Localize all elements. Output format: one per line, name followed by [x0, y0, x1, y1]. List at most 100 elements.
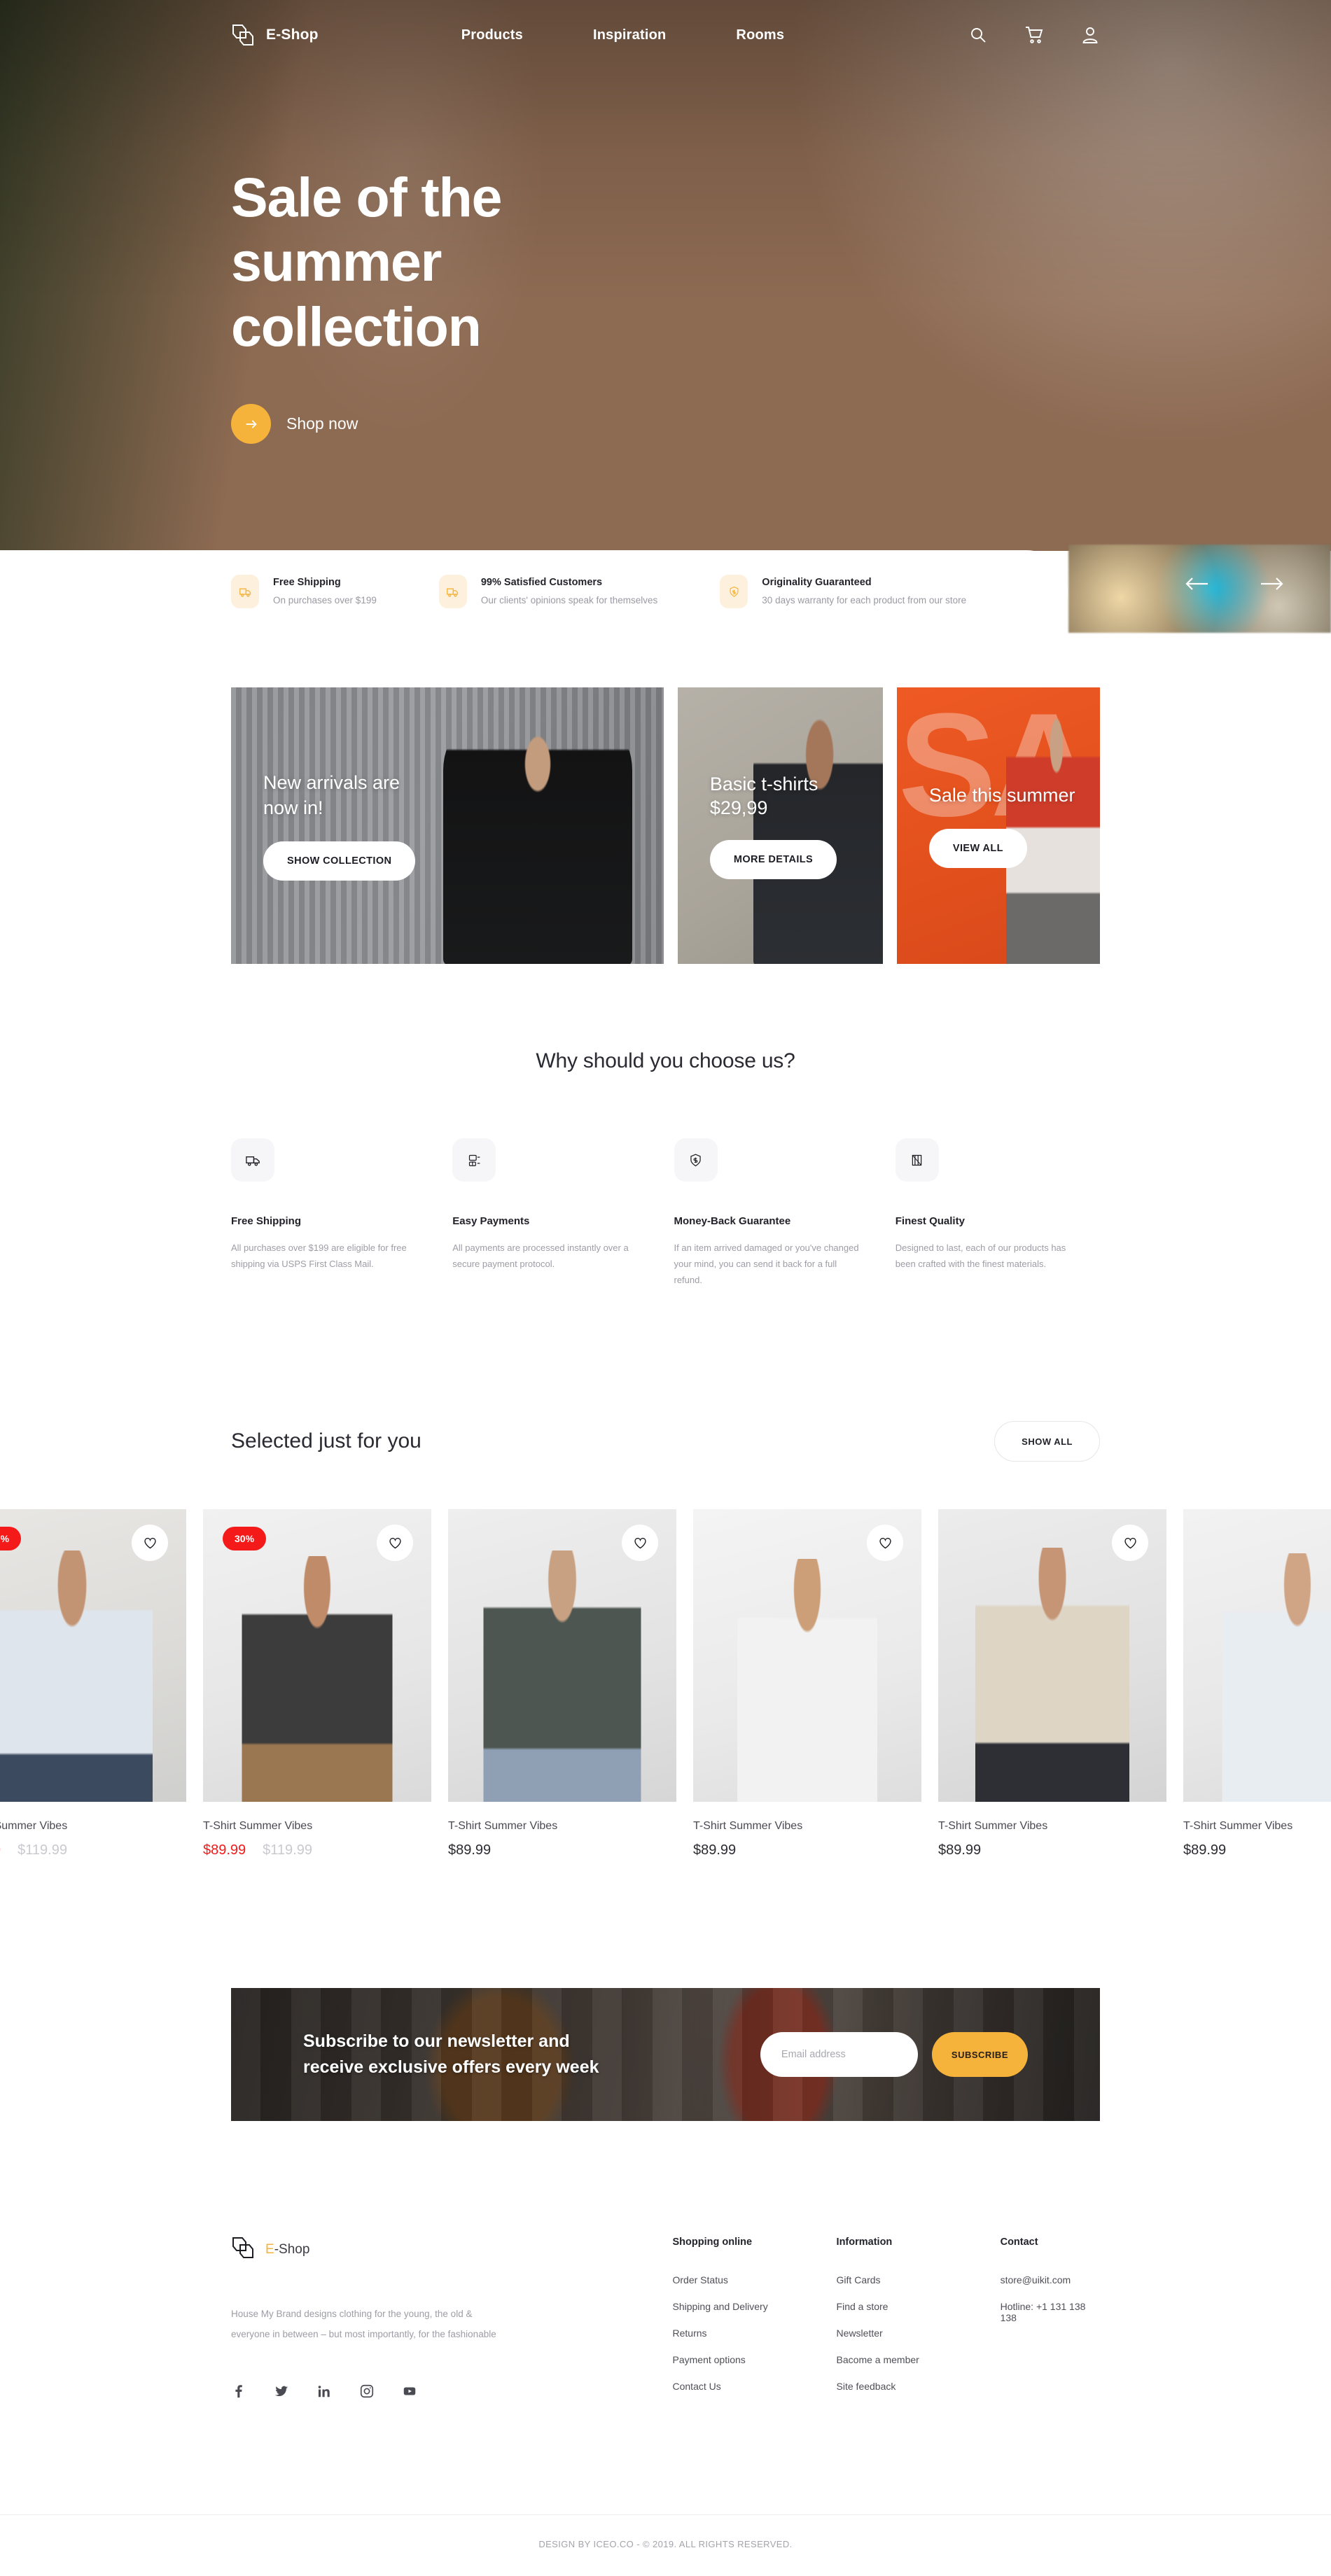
- twitter-icon[interactable]: [274, 2384, 289, 2399]
- show-collection-button[interactable]: SHOW COLLECTION: [263, 841, 416, 881]
- carousel-next-arrow-icon[interactable]: [1258, 575, 1286, 592]
- footer-link[interactable]: Newsletter: [837, 2328, 1001, 2339]
- product-image: [448, 1509, 676, 1802]
- carousel-prev-arrow-icon[interactable]: [1183, 575, 1211, 592]
- footer-link[interactable]: Site feedback: [837, 2381, 1001, 2392]
- category-price: $29,99: [709, 797, 768, 818]
- truck-icon: [231, 575, 259, 608]
- email-field[interactable]: [760, 2032, 918, 2078]
- category-card-new-arrivals[interactable]: New arrivals are now in! SHOW COLLECTION: [231, 687, 664, 964]
- strip-feature-subtitle: Our clients' opinions speak for themselv…: [480, 595, 658, 606]
- product-card[interactable]: T-Shirt Summer Vibes $89.99: [1183, 1509, 1331, 1858]
- product-image: 30%: [203, 1509, 431, 1802]
- product-card[interactable]: 30% T-Shirt Summer Vibes $89.99 $119.99: [203, 1509, 431, 1858]
- nav-item-inspiration[interactable]: Inspiration: [593, 27, 666, 43]
- category-cards-section: New arrivals are now in! SHOW COLLECTION…: [0, 633, 1331, 964]
- footer-column-shopping-online: Shopping online Order Status Shipping an…: [673, 2236, 837, 2399]
- brand-name: E-Shop: [266, 27, 319, 43]
- footer-link[interactable]: Payment options: [673, 2354, 837, 2365]
- product-prices: $89.99: [1183, 1842, 1331, 1858]
- hero-title-line1: Sale of the: [231, 166, 502, 228]
- product-name: T-Shirt Summer Vibes: [0, 1820, 68, 1833]
- newsletter-line1: Subscribe to our newsletter and: [303, 2031, 570, 2051]
- why-item-finest-quality: Finest Quality Designed to last, each of…: [895, 1138, 1100, 1288]
- footer-link[interactable]: Order Status: [673, 2274, 837, 2286]
- category-title: Basic t-shirts: [709, 774, 818, 795]
- category-card-sale-summer[interactable]: Sale this summer VIEW ALL: [896, 687, 1100, 964]
- contact-hotline[interactable]: Hotline: +1 131 138 138: [1001, 2301, 1100, 2323]
- shop-now-button[interactable]: Shop now: [231, 404, 358, 444]
- footer-link[interactable]: Gift Cards: [837, 2274, 1001, 2286]
- contact-email[interactable]: store@uikit.com: [1001, 2274, 1100, 2286]
- shield-dollar-icon: [720, 575, 748, 608]
- footer-link[interactable]: Returns: [673, 2328, 837, 2339]
- footer-brand: E-Shop House My Brand designs clothing f…: [231, 2236, 673, 2399]
- product-image: [1183, 1509, 1331, 1802]
- product-carousel[interactable]: 30% T-Shirt Summer Vibes $89.99 $119.99 …: [0, 1509, 1331, 1858]
- heart-icon[interactable]: [622, 1525, 658, 1562]
- features-strip-section: Free Shipping On purchases over $199 99%…: [0, 545, 1331, 633]
- main-navigation: Products Inspiration Rooms: [461, 27, 785, 43]
- features-strip: Free Shipping On purchases over $199 99%…: [0, 550, 1068, 633]
- discount-badge: 30%: [0, 1527, 22, 1551]
- product-card[interactable]: T-Shirt Summer Vibes $89.99: [693, 1509, 921, 1858]
- footer-link[interactable]: Find a store: [837, 2301, 1001, 2312]
- page-title: Sale of the summer collection: [231, 165, 560, 359]
- product-prices: $89.99: [938, 1842, 1166, 1858]
- why-item-title: Easy Payments: [452, 1215, 530, 1227]
- product-price: $89.99: [203, 1842, 246, 1858]
- payment-icon: [452, 1138, 496, 1182]
- footer-brand-rest: -Shop: [274, 2241, 310, 2257]
- view-all-button[interactable]: VIEW ALL: [928, 829, 1027, 869]
- arrow-right-icon: [231, 404, 271, 444]
- nav-item-rooms[interactable]: Rooms: [736, 27, 784, 43]
- hero-section: E-Shop Products Inspiration Rooms Sale o…: [0, 0, 1331, 551]
- hero-content: Sale of the summer collection Shop now: [0, 70, 630, 444]
- why-item-easy-payments: Easy Payments All payments are processed…: [452, 1138, 657, 1288]
- hero-title-line2: summer: [231, 230, 442, 293]
- brand-logo[interactable]: E-Shop: [231, 24, 319, 46]
- product-card[interactable]: T-Shirt Summer Vibes $89.99: [938, 1509, 1166, 1858]
- show-all-button[interactable]: SHOW ALL: [994, 1421, 1100, 1462]
- newsletter-form: SUBSCRIBE: [760, 2032, 1028, 2078]
- footer-description: House My Brand designs clothing for the …: [231, 2309, 496, 2339]
- product-name: T-Shirt Summer Vibes: [1183, 1820, 1293, 1833]
- subscribe-button[interactable]: SUBSCRIBE: [931, 2032, 1028, 2078]
- footer-column-contact: Contact store@uikit.com Hotline: +1 131 …: [1001, 2236, 1100, 2399]
- search-icon[interactable]: [968, 25, 988, 45]
- product-name: T-Shirt Summer Vibes: [693, 1820, 803, 1833]
- newsletter-banner: Subscribe to our newsletter and receive …: [231, 1988, 1100, 2122]
- product-old-price: $119.99: [263, 1842, 312, 1858]
- why-item-title: Free Shipping: [231, 1215, 302, 1227]
- products-section: Selected just for you SHOW ALL 30% T-Shi…: [0, 1288, 1331, 1858]
- product-card[interactable]: T-Shirt Summer Vibes $89.99: [448, 1509, 676, 1858]
- footer-link[interactable]: Bacome a member: [837, 2354, 1001, 2365]
- footer-link[interactable]: Contact Us: [673, 2381, 837, 2392]
- footer-link[interactable]: Shipping and Delivery: [673, 2301, 837, 2312]
- newsletter-section: Subscribe to our newsletter and receive …: [0, 1858, 1331, 2122]
- strip-feature-subtitle: 30 days warranty for each product from o…: [762, 595, 967, 606]
- footer-link-list: Order Status Shipping and Delivery Retur…: [673, 2274, 837, 2392]
- product-name: T-Shirt Summer Vibes: [448, 1820, 558, 1833]
- shop-now-label: Shop now: [286, 414, 358, 433]
- youtube-icon[interactable]: [402, 2384, 417, 2399]
- instagram-icon[interactable]: [359, 2384, 375, 2399]
- category-card-basic-tshirts[interactable]: Basic t-shirts $29,99 MORE DETAILS: [677, 687, 883, 964]
- footer-column-heading: Contact: [1000, 2236, 1038, 2248]
- linkedin-icon[interactable]: [316, 2384, 332, 2399]
- heart-icon[interactable]: [377, 1525, 413, 1562]
- products-header: Selected just for you SHOW ALL: [0, 1288, 1331, 1462]
- heart-icon[interactable]: [132, 1525, 168, 1562]
- more-details-button[interactable]: MORE DETAILS: [709, 839, 837, 879]
- heart-icon[interactable]: [1112, 1525, 1148, 1562]
- product-card[interactable]: 30% T-Shirt Summer Vibes $89.99 $119.99: [0, 1509, 186, 1858]
- nav-item-products[interactable]: Products: [461, 27, 523, 43]
- footer-column-heading: Information: [836, 2236, 893, 2248]
- footer-column-information: Information Gift Cards Find a store News…: [837, 2236, 1001, 2399]
- strip-feature-title: Free Shipping: [273, 576, 341, 588]
- heart-icon[interactable]: [867, 1525, 903, 1562]
- facebook-icon[interactable]: [231, 2384, 246, 2399]
- user-icon[interactable]: [1080, 25, 1100, 45]
- cart-icon[interactable]: [1024, 25, 1044, 45]
- footer-logo[interactable]: E-Shop: [231, 2236, 673, 2262]
